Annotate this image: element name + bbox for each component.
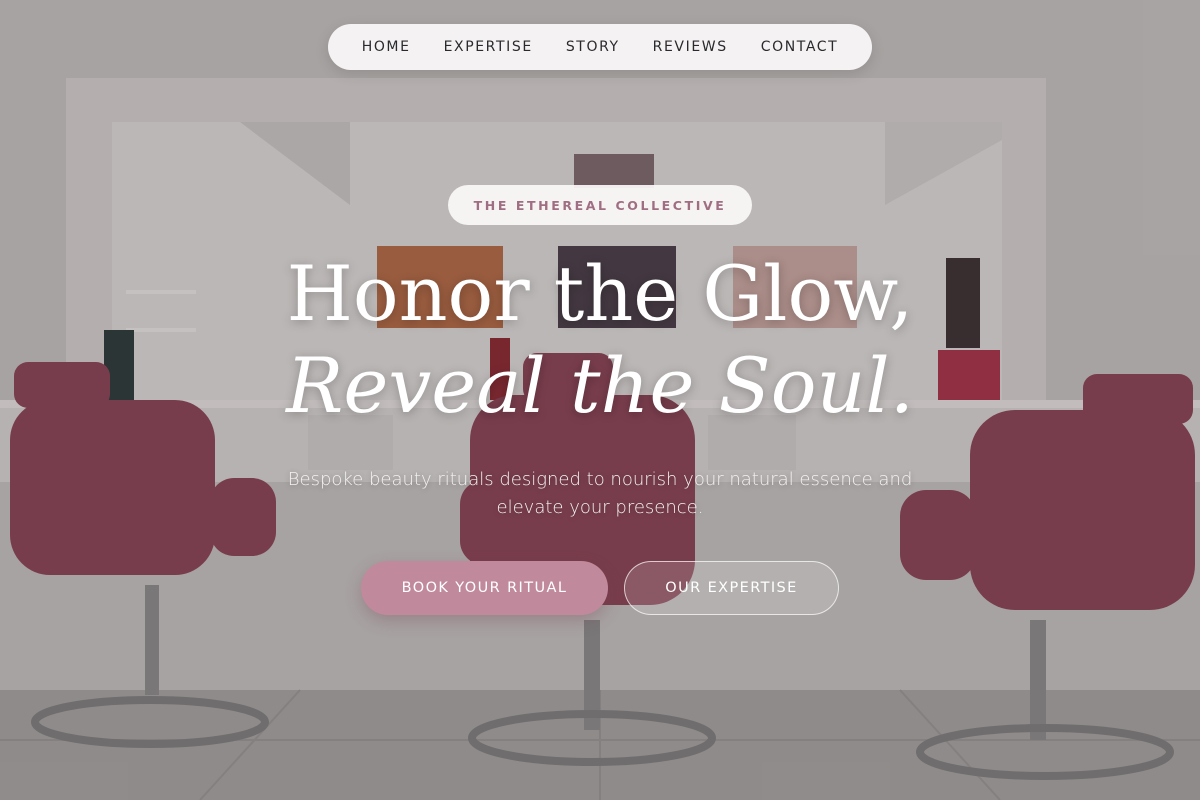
- nav-home[interactable]: HOME: [362, 39, 411, 55]
- nav-reviews[interactable]: REVIEWS: [653, 39, 728, 55]
- nav-expertise[interactable]: EXPERTISE: [444, 39, 533, 55]
- book-ritual-button[interactable]: BOOK YOUR RITUAL: [361, 561, 608, 615]
- headline-line-2: Reveal the Soul.: [286, 341, 914, 430]
- nav-story[interactable]: STORY: [566, 39, 620, 55]
- brand-badge-label: THE ETHEREAL COLLECTIVE: [473, 197, 727, 213]
- nav-contact[interactable]: CONTACT: [761, 39, 839, 55]
- hero-subtitle: Bespoke beauty rituals designed to nouri…: [287, 469, 913, 518]
- main-navigation: HOME EXPERTISE STORY REVIEWS CONTACT: [328, 24, 872, 70]
- hero-headline: Honor the Glow, Reveal the Soul.: [200, 248, 1000, 432]
- our-expertise-button[interactable]: OUR EXPERTISE: [624, 561, 839, 615]
- brand-badge: THE ETHEREAL COLLECTIVE: [448, 185, 752, 225]
- headline-line-1: Honor the Glow,: [286, 249, 914, 338]
